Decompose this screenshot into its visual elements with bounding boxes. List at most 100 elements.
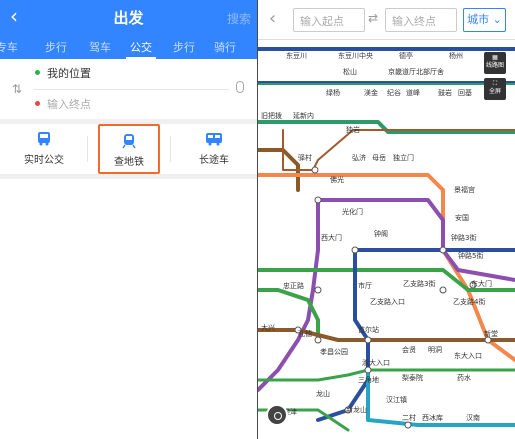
station-label[interactable]: 孔德	[298, 329, 312, 338]
station-label[interactable]: 绿杨	[326, 88, 340, 97]
station-label[interactable]: 龙山	[316, 389, 330, 398]
fullscreen-label: 全屏	[488, 88, 501, 95]
microphone-icon[interactable]	[236, 81, 244, 93]
station-label[interactable]: 佛光	[330, 175, 344, 184]
tab-bike[interactable]: 骑行	[214, 39, 236, 55]
end-dot-icon	[35, 101, 40, 106]
fullscreen-button[interactable]: ⛶ 全屏	[484, 78, 506, 100]
start-dot-icon	[35, 70, 40, 75]
subway-map[interactable]: 东豆川 东豆川中央 德亭 杨州 松山 京畿道厅北部厅舍 绿杨 旧把拨 延新内 渼…	[258, 40, 515, 439]
realtime-bus-label: 实时公交	[24, 155, 64, 166]
station-label[interactable]: 渼金	[364, 88, 378, 97]
station-label[interactable]: 东豆川中央	[338, 51, 373, 60]
station-label[interactable]: 淑大入口	[362, 358, 390, 367]
station-label[interactable]: 汉江镇	[386, 395, 407, 404]
start-location-field[interactable]: 我的位置	[47, 65, 91, 81]
subway-label: 查地铁	[114, 157, 144, 168]
station-label[interactable]: 回基	[458, 88, 472, 97]
station-label[interactable]: 西冰库	[422, 413, 443, 422]
tab-transit[interactable]: 公交	[130, 39, 152, 55]
city-select-button[interactable]: 城市 ⌄	[463, 8, 506, 32]
station-label[interactable]: 首尔站	[358, 325, 379, 334]
station-label[interactable]: 母岳	[372, 154, 386, 162]
section-gap	[0, 174, 257, 179]
tab-drive[interactable]: 驾车	[89, 39, 111, 55]
start-station-input[interactable]: 输入起点	[293, 8, 365, 32]
line-map-button[interactable]: ▦ 线路图	[484, 52, 506, 74]
transit-panel: ‹ 出发 搜索 专车 步行 驾车 公交 步行 骑行 我的位置 ⇅ 输入终点 实时…	[0, 0, 257, 439]
station-label[interactable]: 二村	[402, 413, 416, 422]
line-3	[258, 173, 445, 210]
station-label[interactable]: 会贤	[402, 345, 416, 354]
station-label[interactable]: 大兴	[261, 323, 275, 332]
station-label[interactable]: 独立门	[393, 153, 414, 162]
station-label[interactable]: 光化门	[342, 207, 363, 216]
mode-selector: 实时公交 查地铁 长途车	[0, 124, 257, 174]
station-label[interactable]: 乙支路入口	[370, 297, 405, 306]
station-label[interactable]: 钟阁	[374, 229, 388, 238]
station-label[interactable]: 纪谷	[387, 88, 401, 97]
station-label[interactable]: 京畿道厅北部厅舍	[388, 67, 444, 76]
coach-icon	[206, 133, 222, 146]
coach-label: 长途车	[199, 155, 229, 166]
subway-button[interactable]: 查地铁	[98, 124, 160, 174]
swap-icon[interactable]: ⇅	[12, 82, 22, 96]
route-inputs: 我的位置 ⇅ 输入终点	[0, 59, 257, 119]
station-label[interactable]: 独岩	[346, 125, 360, 134]
station-label[interactable]: 新堂	[484, 329, 498, 338]
station-label[interactable]: 三角地	[358, 375, 379, 384]
tab-taxi[interactable]: 专车	[0, 39, 18, 55]
end-station-input[interactable]: 输入终点	[385, 8, 457, 32]
station-label[interactable]: 驿村	[298, 153, 312, 162]
station-label[interactable]: 弘济	[352, 153, 366, 162]
end-location-field[interactable]: 输入终点	[47, 96, 91, 112]
header-bar: ‹ 出发 搜索 专车 步行 驾车 公交 步行 骑行	[0, 0, 257, 59]
station-label[interactable]: 安国	[455, 213, 469, 222]
realtime-bus-button[interactable]: 实时公交	[0, 124, 88, 174]
station-label[interactable]: 杨州	[449, 51, 463, 60]
station-label[interactable]: 汉南	[466, 413, 480, 422]
station-label[interactable]: 德亭	[399, 51, 413, 60]
station-label[interactable]: 梨泰院	[402, 373, 423, 382]
station-label[interactable]: 东大门	[471, 279, 492, 288]
back-arrow-icon[interactable]: ‹	[269, 8, 276, 29]
station-label[interactable]: 道峰	[406, 88, 420, 97]
line-map-label: 线路图	[485, 62, 504, 69]
station-label[interactable]: 明洞	[428, 345, 442, 354]
station-label[interactable]: 钟路3街	[451, 233, 476, 242]
tab-walk-2[interactable]: 步行	[173, 39, 195, 55]
fullscreen-icon: ⛶	[492, 80, 498, 87]
station-label[interactable]: 西大门	[321, 233, 342, 242]
station-label[interactable]: 旧把拨	[261, 111, 282, 120]
station-label[interactable]: 乙支路4街	[453, 297, 485, 306]
bus-icon	[38, 132, 50, 146]
swap-icon[interactable]: ⇄	[368, 11, 378, 25]
coach-button[interactable]: 长途车	[171, 124, 257, 174]
station-label[interactable]: 药水	[457, 373, 471, 382]
station-labels: 东豆川 东豆川中央 德亭 杨州 松山 京畿道厅北部厅舍 绿杨 旧把拨 延新内 渼…	[261, 51, 498, 422]
locate-me-button[interactable]	[266, 404, 288, 426]
station-label[interactable]: 乙支路3街	[403, 279, 435, 288]
line-map-icon: ▦	[492, 54, 498, 61]
station-label[interactable]: 东大入口	[454, 351, 482, 360]
city-select-label: 城市	[467, 13, 490, 26]
station-label[interactable]: 新龙山	[346, 405, 367, 414]
station-label[interactable]: 钟路5街	[458, 251, 483, 260]
station-label[interactable]: 鼓岩	[438, 88, 452, 97]
station-label[interactable]: 忠正路	[283, 281, 304, 290]
transport-tabs: 专车 步行 驾车 公交 步行 骑行	[0, 33, 257, 59]
mode-divider	[87, 136, 88, 162]
line-2-south	[258, 368, 515, 382]
field-divider	[34, 89, 229, 90]
subway-icon	[122, 134, 136, 149]
search-button[interactable]: 搜索	[227, 10, 251, 27]
station-label[interactable]: 东豆川	[286, 51, 307, 60]
station-label[interactable]: 延新内	[293, 111, 314, 120]
station-label[interactable]: 市厅	[358, 281, 372, 290]
map-search-bar: ‹ 输入起点 ⇄ 输入终点 城市 ⌄	[258, 0, 515, 40]
subway-map-panel: ‹ 输入起点 ⇄ 输入终点 城市 ⌄ 东豆川 东豆川中央 德亭 杨州 松山 京畿…	[258, 0, 515, 439]
tab-walk[interactable]: 步行	[45, 39, 67, 55]
station-label[interactable]: 孝昌公园	[320, 348, 348, 356]
station-label[interactable]: 景福宫	[454, 185, 475, 194]
station-label[interactable]: 松山	[343, 67, 357, 76]
